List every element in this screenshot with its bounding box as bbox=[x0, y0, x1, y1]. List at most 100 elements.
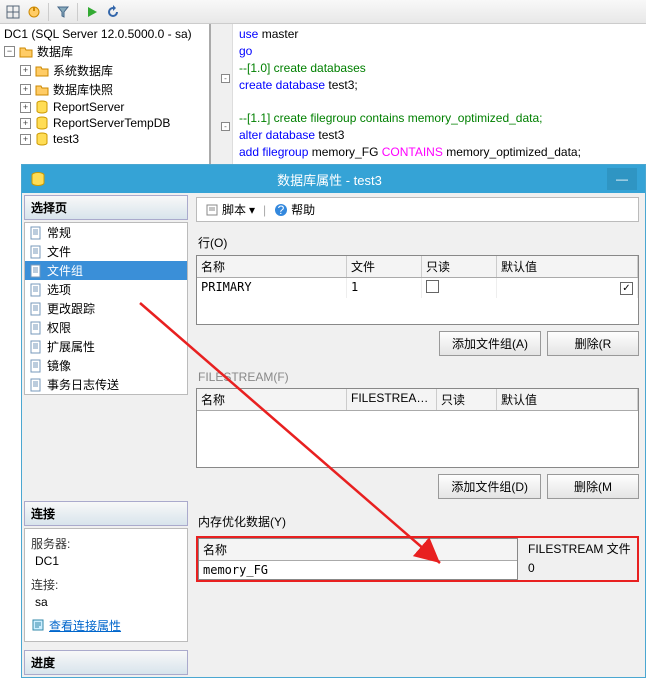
col-fsfiles[interactable]: FILESTREA… bbox=[347, 389, 437, 410]
script-button[interactable]: 脚本 ▾ bbox=[201, 200, 259, 219]
expand-icon[interactable]: + bbox=[20, 84, 31, 95]
expand-icon[interactable]: + bbox=[20, 118, 31, 129]
checkbox-icon[interactable] bbox=[426, 280, 439, 293]
page-item-扩展属性[interactable]: 扩展属性 bbox=[25, 337, 187, 356]
memory-optimized-box: 名称 memory_FG FILESTREAM 文件 0 bbox=[196, 536, 639, 582]
mem-fs-value: 0 bbox=[524, 559, 637, 577]
filegroups-grid[interactable]: 名称 文件 只读 默认值 PRIMARY 1 ✓ bbox=[196, 255, 639, 325]
tree-label: 系统数据库 bbox=[53, 62, 113, 79]
col-name[interactable]: 名称 bbox=[197, 389, 347, 410]
filter-icon[interactable] bbox=[54, 3, 72, 21]
page-item-镜像[interactable]: 镜像 bbox=[25, 356, 187, 375]
dialog-titlebar[interactable]: 数据库属性 - test3 — bbox=[22, 165, 645, 193]
connect-icon[interactable] bbox=[25, 3, 43, 21]
page-icon bbox=[29, 264, 43, 278]
toolbar-separator bbox=[48, 3, 49, 21]
page-label: 更改跟踪 bbox=[47, 300, 95, 317]
add-filegroup-d-button[interactable]: 添加文件组(D) bbox=[438, 474, 541, 499]
col-default[interactable]: 默认值 bbox=[497, 256, 638, 277]
page-label: 权限 bbox=[47, 319, 71, 336]
server-label: 服务器: bbox=[31, 535, 181, 552]
toolbar-separator bbox=[77, 3, 78, 21]
col-default[interactable]: 默认值 bbox=[497, 389, 638, 410]
filestream-grid[interactable]: 名称 FILESTREA… 只读 默认值 bbox=[196, 388, 639, 468]
page-icon bbox=[29, 340, 43, 354]
page-item-事务日志传送[interactable]: 事务日志传送 bbox=[25, 375, 187, 394]
page-item-权限[interactable]: 权限 bbox=[25, 318, 187, 337]
tree-item-snapshot[interactable]: + 数据库快照 bbox=[0, 80, 209, 99]
databases-node[interactable]: − 数据库 bbox=[0, 42, 209, 61]
server-node[interactable]: DC1 (SQL Server 12.0.5000.0 - sa) bbox=[0, 26, 209, 42]
main-area: DC1 (SQL Server 12.0.5000.0 - sa) − 数据库 … bbox=[0, 24, 646, 164]
add-filegroup-button[interactable]: 添加文件组(A) bbox=[439, 331, 541, 356]
page-icon bbox=[29, 378, 43, 392]
mem-col-name: 名称 bbox=[199, 539, 517, 561]
fold-icon[interactable]: - bbox=[221, 74, 230, 83]
help-label: 帮助 bbox=[291, 201, 315, 218]
database-icon bbox=[35, 100, 49, 114]
filestream-section-label: FILESTREAM(F) bbox=[198, 370, 639, 384]
grid-icon[interactable] bbox=[4, 3, 22, 21]
page-label: 扩展属性 bbox=[47, 338, 95, 355]
cell-name: PRIMARY bbox=[197, 278, 347, 298]
tree-label: ReportServerTempDB bbox=[53, 116, 170, 130]
page-icon bbox=[29, 302, 43, 316]
folder-icon bbox=[19, 45, 33, 59]
server-value: DC1 bbox=[35, 554, 181, 568]
page-icon bbox=[29, 226, 43, 240]
memory-section-label: 内存优化数据(Y) bbox=[198, 513, 639, 530]
script-label: 脚本 bbox=[222, 201, 246, 218]
page-item-选项[interactable]: 选项 bbox=[25, 280, 187, 299]
progress-header: 进度 bbox=[24, 650, 188, 675]
expand-icon[interactable]: + bbox=[20, 102, 31, 113]
grid-row[interactable]: PRIMARY 1 ✓ bbox=[197, 278, 638, 298]
page-icon bbox=[29, 245, 43, 259]
svg-text:?: ? bbox=[278, 203, 285, 217]
view-connection-link[interactable]: 查看连接属性 bbox=[31, 617, 121, 634]
code-content[interactable]: use master go --[1.0] create databases c… bbox=[239, 26, 644, 161]
expand-icon[interactable]: + bbox=[20, 134, 31, 145]
delete-button[interactable]: 删除(R bbox=[547, 331, 639, 356]
help-button[interactable]: ? 帮助 bbox=[270, 200, 319, 219]
link-text: 查看连接属性 bbox=[49, 617, 121, 634]
database-icon bbox=[30, 171, 46, 187]
page-item-常规[interactable]: 常规 bbox=[25, 223, 187, 242]
refresh-icon[interactable] bbox=[104, 3, 122, 21]
tree-item-reportserver[interactable]: + ReportServer bbox=[0, 99, 209, 115]
col-readonly[interactable]: 只读 bbox=[437, 389, 497, 410]
rows-section-label: 行(O) bbox=[198, 234, 639, 251]
page-item-文件[interactable]: 文件 bbox=[25, 242, 187, 261]
col-readonly[interactable]: 只读 bbox=[422, 256, 497, 277]
fold-icon[interactable]: - bbox=[221, 122, 230, 131]
tree-label: 数据库快照 bbox=[53, 81, 113, 98]
page-icon bbox=[29, 321, 43, 335]
tree-label: test3 bbox=[53, 132, 79, 146]
object-explorer-toolbar bbox=[0, 0, 646, 24]
object-explorer-tree[interactable]: DC1 (SQL Server 12.0.5000.0 - sa) − 数据库 … bbox=[0, 24, 210, 164]
page-item-更改跟踪[interactable]: 更改跟踪 bbox=[25, 299, 187, 318]
tree-item-test3[interactable]: + test3 bbox=[0, 131, 209, 147]
tree-item-reportservertemp[interactable]: + ReportServerTempDB bbox=[0, 115, 209, 131]
folder-icon bbox=[35, 83, 49, 97]
sql-editor[interactable]: - - use master go --[1.0] create databas… bbox=[210, 24, 646, 164]
folder-icon bbox=[35, 64, 49, 78]
minimize-button[interactable]: — bbox=[607, 168, 637, 190]
checkbox-checked-icon[interactable]: ✓ bbox=[620, 282, 633, 295]
delete-m-button[interactable]: 删除(M bbox=[547, 474, 639, 499]
col-files[interactable]: 文件 bbox=[347, 256, 422, 277]
tree-item-sysdb[interactable]: + 系统数据库 bbox=[0, 61, 209, 80]
memory-fs-col: FILESTREAM 文件 0 bbox=[518, 538, 637, 580]
properties-icon bbox=[31, 618, 45, 632]
tree-label: ReportServer bbox=[53, 100, 124, 114]
play-icon[interactable] bbox=[83, 3, 101, 21]
cell-default: ✓ bbox=[497, 278, 638, 298]
dialog-right-pane: 脚本 ▾ | ? 帮助 行(O) 名称 文件 只读 默认值 bbox=[190, 193, 645, 677]
conn-label: 连接: bbox=[31, 576, 181, 593]
collapse-icon[interactable]: − bbox=[4, 46, 15, 57]
col-name[interactable]: 名称 bbox=[197, 256, 347, 277]
page-list[interactable]: 常规文件文件组选项更改跟踪权限扩展属性镜像事务日志传送 bbox=[24, 222, 188, 395]
page-item-文件组[interactable]: 文件组 bbox=[25, 261, 187, 280]
db-properties-dialog: 数据库属性 - test3 — 选择页 常规文件文件组选项更改跟踪权限扩展属性镜… bbox=[21, 164, 646, 678]
expand-icon[interactable]: + bbox=[20, 65, 31, 76]
memory-grid[interactable]: 名称 memory_FG bbox=[198, 538, 518, 580]
